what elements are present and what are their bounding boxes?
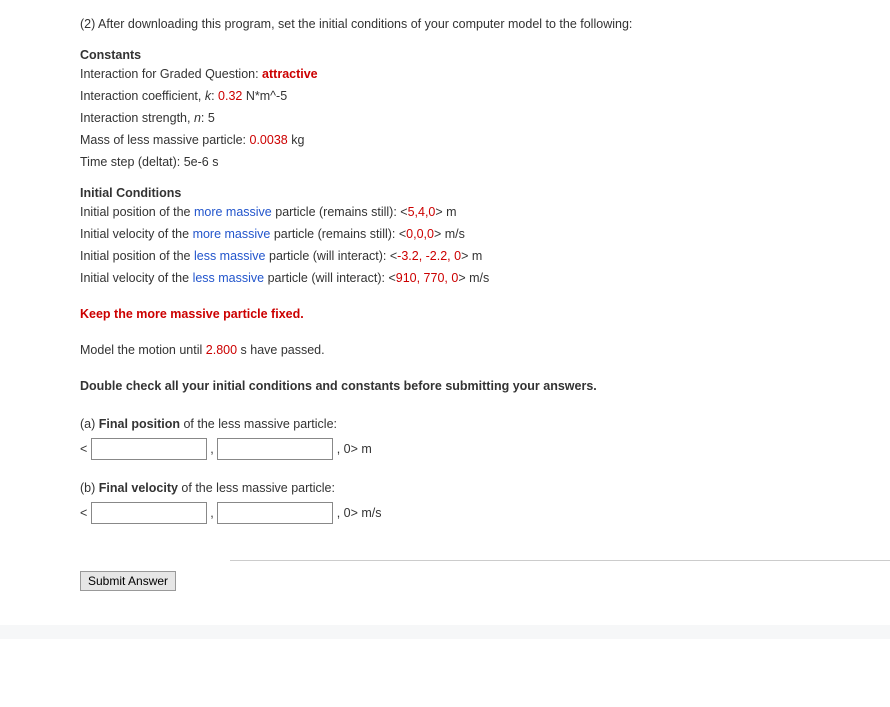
text: particle (will interact): < (264, 271, 396, 285)
constants-heading: Constants (80, 48, 890, 62)
part-a-label: (a) Final position of the less massive p… (80, 414, 890, 434)
close-bracket: , 0> m (337, 442, 372, 456)
close-bracket: , 0> m/s (337, 506, 382, 520)
less-massive: less massive (194, 249, 266, 263)
text: of the less massive particle: (178, 481, 335, 495)
mass-label: Mass of less massive particle: (80, 133, 250, 147)
text: > m (435, 205, 456, 219)
value: -3.2, -2.2, 0 (397, 249, 461, 263)
interaction-line: Interaction for Graded Question: attract… (80, 64, 890, 84)
part-a-x-input[interactable] (91, 438, 207, 460)
init-vel-less: Initial velocity of the less massive par… (80, 268, 890, 288)
text: Initial velocity of the (80, 227, 193, 241)
strength-label-post: : 5 (201, 111, 215, 125)
init-pos-less: Initial position of the less massive par… (80, 246, 890, 266)
text: particle (remains still): < (272, 205, 408, 219)
coeff-label-pre: Interaction coefficient, (80, 89, 205, 103)
coeff-value: 0.32 (218, 89, 242, 103)
strength-symbol: n (194, 111, 201, 125)
strength-label-pre: Interaction strength, (80, 111, 194, 125)
part-b-x-input[interactable] (91, 502, 207, 524)
mass-line: Mass of less massive particle: 0.0038 kg (80, 130, 890, 150)
part-a-answer: < , , 0> m (80, 438, 890, 460)
text: Initial velocity of the (80, 271, 193, 285)
value: 910, 770, 0 (396, 271, 459, 285)
text: (b) (80, 481, 99, 495)
init-vel-more: Initial velocity of the more massive par… (80, 224, 890, 244)
model-time: 2.800 (206, 343, 237, 357)
less-massive: less massive (193, 271, 265, 285)
mass-unit: kg (288, 133, 305, 147)
open-bracket: < (80, 506, 87, 520)
text: s have passed. (237, 343, 325, 357)
intro-text: (2) After downloading this program, set … (80, 14, 890, 34)
text: Model the motion until (80, 343, 206, 357)
part-b-label: (b) Final velocity of the less massive p… (80, 478, 890, 498)
part-a-y-input[interactable] (217, 438, 333, 460)
interaction-label: Interaction for Graded Question: (80, 67, 262, 81)
question-body: (2) After downloading this program, set … (0, 0, 890, 591)
text: Initial position of the (80, 205, 194, 219)
text: > m/s (458, 271, 489, 285)
text: > m (461, 249, 482, 263)
coeff-unit: N*m^-5 (242, 89, 287, 103)
value: 5,4,0 (408, 205, 436, 219)
coeff-line: Interaction coefficient, k: 0.32 N*m^-5 (80, 86, 890, 106)
coeff-colon: : (211, 89, 218, 103)
footer-strip (0, 625, 890, 639)
open-bracket: < (80, 442, 87, 456)
value: 0,0,0 (406, 227, 434, 241)
separator-wrap: Submit Answer (80, 560, 890, 591)
part-b-answer: < , , 0> m/s (80, 502, 890, 524)
init-pos-more: Initial position of the more massive par… (80, 202, 890, 222)
mass-value: 0.0038 (250, 133, 288, 147)
text: particle (remains still): < (270, 227, 406, 241)
text: Initial position of the (80, 249, 194, 263)
initial-heading: Initial Conditions (80, 186, 890, 200)
separator (230, 560, 890, 561)
text: particle (will interact): < (266, 249, 398, 263)
text: (a) (80, 417, 99, 431)
part-b: (b) Final velocity of the less massive p… (80, 478, 890, 524)
text: of the less massive particle: (180, 417, 337, 431)
more-massive: more massive (193, 227, 271, 241)
part-a: (a) Final position of the less massive p… (80, 414, 890, 460)
text: Final velocity (99, 481, 178, 495)
strength-line: Interaction strength, n: 5 (80, 108, 890, 128)
timestep-line: Time step (deltat): 5e-6 s (80, 152, 890, 172)
model-line: Model the motion until 2.800 s have pass… (80, 340, 890, 360)
text: > m/s (434, 227, 465, 241)
double-check-note: Double check all your initial conditions… (80, 376, 890, 396)
comma: , (210, 442, 217, 456)
interaction-value: attractive (262, 67, 318, 81)
comma: , (210, 506, 217, 520)
text: Final position (99, 417, 180, 431)
keep-fixed-note: Keep the more massive particle fixed. (80, 304, 890, 324)
more-massive: more massive (194, 205, 272, 219)
submit-button[interactable]: Submit Answer (80, 571, 176, 591)
part-b-y-input[interactable] (217, 502, 333, 524)
